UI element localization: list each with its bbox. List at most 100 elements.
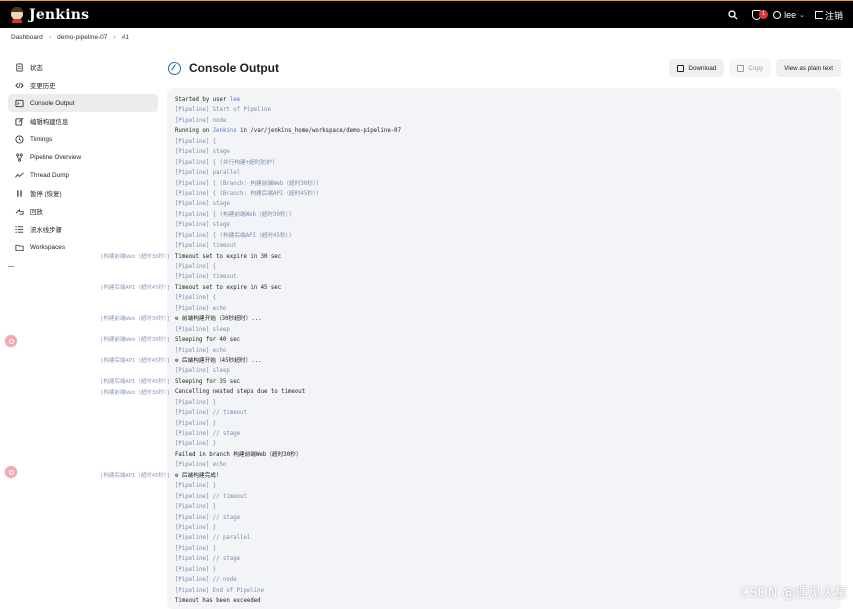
branch-prefix: [构建前端Web（超时30秒）] [100,337,170,344]
console-line-text: [Pipeline] // stage [175,556,241,563]
console-line-text: [Pipeline] } [175,566,217,573]
console-line-text: ⚙ 前端构建开始（30秒超时）... [175,316,262,323]
console-line-text: [Pipeline] timeout [175,243,237,250]
console-line: [Pipeline] { (并行构建+超时防护) [175,158,841,168]
console-line: [Pipeline] { (构建前端Web（超时30秒）) [175,210,841,220]
clock-icon [14,134,24,144]
console-line-text: [Pipeline] } [175,504,217,511]
floating-assistant-icon[interactable] [5,335,17,347]
console-line: [Pipeline] } [175,439,841,449]
sidebar-item-pipeline-steps[interactable]: 流水线步骤 [8,220,158,238]
console-line-text: Sleeping for 40 sec [175,337,241,344]
console-line: Started by user lee [175,95,841,105]
sidebar-item-pipeline-overview[interactable]: Pipeline Overview [8,148,158,166]
activity-icon [14,170,24,180]
breadcrumb-build[interactable]: #1 [122,34,129,41]
sidebar-item-console-output[interactable]: Console Output [8,94,158,112]
breadcrumb: Dashboard › demo-pipeline-07 › #1 [0,28,853,46]
console-line: ⚙ 后端构建开始（45秒超时）... [175,356,841,366]
console-line: [Pipeline] stage [175,147,841,157]
console-line-text: [Pipeline] node [175,117,227,124]
sidebar-item-replay[interactable]: 回放 [8,202,158,220]
console-line: [Pipeline] timeout [175,241,841,251]
console-line: [Pipeline] // parallel [175,533,841,543]
search-icon[interactable] [728,10,738,20]
breadcrumb-dashboard[interactable]: Dashboard [11,34,43,41]
console-line-text: [Pipeline] parallel [175,170,241,177]
console-line-text: [Pipeline] echo [175,305,227,312]
user-name: lee [784,10,797,20]
user-menu[interactable]: lee ⌄ [773,10,805,20]
console-line: Failed in branch 构建前端Web（超时30秒） [175,450,841,460]
jenkins-logo[interactable]: Jenkins [10,6,89,23]
console-line: [Pipeline] } [175,502,841,512]
sidebar-item-pause[interactable]: 暂停 (恢复) [8,184,158,202]
watermark: CSDN @遇见火星 [739,586,848,601]
chevron-right-icon: › [113,33,116,41]
console-line: Sleeping for 35 sec [175,377,841,387]
code-icon [14,80,24,90]
console-line-text: [Pipeline] { [175,264,217,270]
download-label: Download [688,64,717,72]
console-line-text: [Pipeline] // timeout [175,410,247,417]
sidebar-item-thread-dump[interactable]: Thread Dump [8,166,158,184]
console-line: Timeout set to expire in 30 sec [175,252,841,262]
sidebar-item-label: 暂停 (恢复) [30,190,62,198]
security-shield-icon[interactable]: 1 [752,10,769,20]
view-plain-text-button[interactable]: View as plain text [776,59,841,77]
branch-prefix: [构建后端API（超时45秒）] [100,379,170,386]
list-icon [14,224,24,234]
sidebar-item-label: 变更历史 [30,82,56,90]
console-line-text: [Pipeline] timeout [175,274,237,281]
console-line-text: ⚙ 后端构建完成! [175,472,220,479]
sidebar-item-label: 状态 [30,64,43,72]
chevron-right-icon: › [48,33,52,41]
console-line: [Pipeline] { [175,293,841,303]
sidebar-item-status[interactable]: 状态 [8,58,158,76]
console-line-text: [Pipeline] // parallel [175,535,251,542]
console-link[interactable]: Jenkins [213,128,237,134]
sidebar-item-timings[interactable]: Timings [8,130,158,148]
download-button[interactable]: Download [669,59,725,77]
console-line-text: Timeout set to expire in 45 sec [175,284,282,291]
console-output[interactable]: Started by user lee [Pipeline] Start of P… [167,88,841,609]
logout-icon [814,11,823,19]
terminal-icon [14,98,24,108]
console-line: [Pipeline] sleep [175,366,841,376]
copy-button[interactable]: Copy [729,59,772,77]
folder-icon [14,242,24,252]
logout-link[interactable]: 注销 [814,9,843,22]
console-link[interactable]: lee [230,97,240,103]
console-line-text: [Pipeline] // timeout [175,493,247,500]
sidebar-item-changes[interactable]: 变更历史 [8,76,158,94]
console-line: [Pipeline] echo [175,304,841,314]
logout-label: 注销 [824,10,843,21]
console-line: ⚙ 前端构建开始（30秒超时）... [175,314,841,324]
console-line: [Pipeline] parallel [175,168,841,178]
pipeline-icon [14,152,24,162]
console-line-text: [Pipeline] { [175,295,217,302]
console-line-text: [Pipeline] { (构建后端API（超时45秒）) [175,232,292,239]
floating-assistant-icon[interactable] [5,466,17,478]
console-line-text: Failed in branch 构建前端Web（超时30秒） [175,451,302,458]
branch-prefix: [构建后端API（超时45秒）] [100,473,170,480]
console-line: [Pipeline] node [175,116,841,126]
console-line: [Pipeline] { [175,262,841,272]
console-line-text: [Pipeline] } [175,524,217,531]
branch-prefix: [构建前端Web（超时30秒）] [100,316,170,323]
console-line: [Pipeline] } [175,544,841,554]
console-line-text: [Pipeline] // stage [175,514,241,521]
pause-icon [14,188,24,198]
console-line-text: [Pipeline] stage [175,149,230,156]
console-line: [Pipeline] echo [175,460,841,470]
sidebar-item-label: 流水线步骤 [30,226,62,234]
sidebar-item-edit-build-info[interactable]: 编辑构建信息 [8,112,158,130]
console-line-text: Cancelling nested steps due to timeout [175,389,306,396]
console-line-text: [Pipeline] sleep [175,326,230,333]
console-line: [Pipeline] // timeout [175,408,841,418]
console-line-text: [Pipeline] // stage [175,431,241,437]
page-header: Console Output [168,58,279,78]
console-line: [Pipeline] sleep [175,325,841,335]
breadcrumb-job[interactable]: demo-pipeline-07 [57,34,107,41]
console-line-text: [Pipeline] sleep [175,368,230,375]
